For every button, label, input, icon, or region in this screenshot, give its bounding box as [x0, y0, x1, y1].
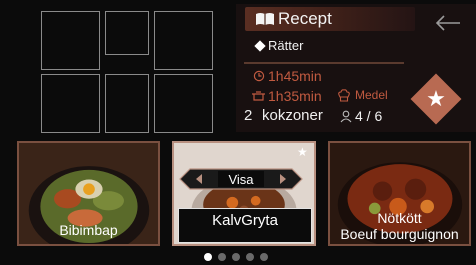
grid-tile-4[interactable]: [41, 74, 100, 133]
card-label-line2: Boeuf bourguignon: [340, 226, 459, 242]
zones-label: kokzoner: [262, 107, 323, 124]
recipe-card-bibimbap[interactable]: Bibimbap: [17, 141, 160, 246]
divider: [244, 62, 404, 64]
recipe-card-boeuf-bourguignon[interactable]: Nötkött Boeuf bourguignon: [328, 141, 471, 246]
card-label: KalvGryta: [178, 208, 312, 243]
grid-tile-6[interactable]: [154, 74, 213, 133]
card-label: Nötkött Boeuf bourguignon: [330, 210, 469, 242]
page-dot-3[interactable]: [232, 253, 240, 261]
card-label: Bibimbap: [59, 222, 118, 238]
grid-tile-5[interactable]: [105, 74, 149, 133]
prep-time: 1h35min: [268, 88, 322, 104]
person-icon: [340, 110, 352, 123]
cook-time: 1h45min: [268, 68, 322, 84]
difficulty-label: Medel: [355, 88, 388, 102]
recipe-card-kalvgryta[interactable]: KalvGryta: [172, 141, 316, 246]
book-icon: [256, 13, 274, 25]
page-dot-5[interactable]: [260, 253, 268, 261]
page-dot-1[interactable]: [204, 253, 212, 261]
favorite-star-icon[interactable]: ★: [426, 86, 446, 112]
timer-icon: [253, 70, 265, 82]
card-label-line1: Nötkött: [377, 210, 422, 226]
chef-hat-icon: [338, 89, 350, 102]
page-title: Recept: [278, 9, 332, 28]
page-dot-4[interactable]: [246, 253, 254, 261]
pot-icon: [252, 91, 265, 101]
grid-tile-3[interactable]: [154, 11, 213, 70]
back-arrow-icon[interactable]: [434, 14, 462, 32]
page-dot-2[interactable]: [218, 253, 226, 261]
category-label[interactable]: Rätter: [268, 38, 303, 53]
grid-tile-2[interactable]: [105, 11, 149, 55]
grid-tile-1[interactable]: [41, 11, 100, 70]
visa-button[interactable]: Visa: [218, 172, 264, 187]
servings: 4 / 6: [355, 108, 383, 124]
favorite-star-icon[interactable]: ★: [297, 145, 308, 159]
zones-count: 2: [244, 107, 253, 124]
